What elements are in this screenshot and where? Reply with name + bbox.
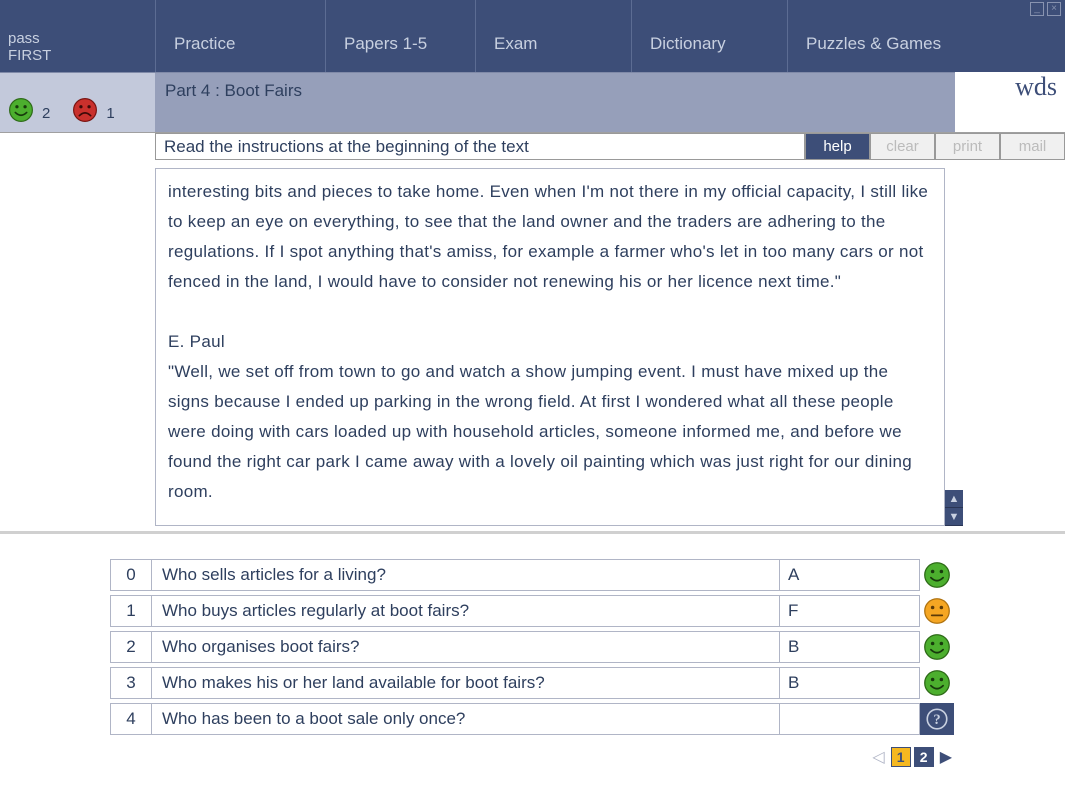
question-text: Who buys articles regularly at boot fair… bbox=[152, 595, 780, 627]
sad-face-icon bbox=[72, 97, 98, 123]
question-number: 3 bbox=[110, 667, 152, 699]
status-pending-icon[interactable]: ? bbox=[920, 703, 954, 735]
question-number: 1 bbox=[110, 595, 152, 627]
wrong-count: 1 bbox=[106, 105, 114, 122]
question-row: 1 Who buys articles regularly at boot fa… bbox=[110, 595, 1065, 627]
nav-papers[interactable]: Papers 1-5 bbox=[325, 0, 475, 72]
question-row: 3 Who makes his or her land available fo… bbox=[110, 667, 1065, 699]
minimize-icon[interactable]: _ bbox=[1030, 2, 1044, 16]
status-correct-icon bbox=[920, 559, 954, 591]
status-neutral-icon bbox=[920, 595, 954, 627]
svg-text:?: ? bbox=[933, 712, 940, 728]
status-correct-icon bbox=[920, 631, 954, 663]
sub-header: 2 1 Part 4 : Boot Fairs wds bbox=[0, 72, 1065, 132]
question-list: 0 Who sells articles for a living? A 1 W… bbox=[0, 559, 1065, 735]
close-icon[interactable]: × bbox=[1047, 2, 1061, 16]
question-row: 4 Who has been to a boot sale only once?… bbox=[110, 703, 1065, 735]
nav-practice[interactable]: Practice bbox=[155, 0, 325, 72]
print-button[interactable]: print bbox=[935, 133, 1000, 160]
passage-author: E. Paul bbox=[168, 327, 932, 357]
page-next-icon[interactable]: ▶ bbox=[937, 747, 955, 767]
scroll-control: ▲ ▼ bbox=[945, 168, 965, 526]
question-row: 0 Who sells articles for a living? A bbox=[110, 559, 1065, 591]
happy-face-icon bbox=[8, 97, 34, 123]
section-divider bbox=[0, 531, 1065, 534]
answer-input[interactable]: A bbox=[780, 559, 920, 591]
nav-dictionary[interactable]: Dictionary bbox=[631, 0, 787, 72]
answer-input[interactable]: F bbox=[780, 595, 920, 627]
page-prev-icon: ◁ bbox=[869, 747, 887, 767]
passage-paragraph-1: interesting bits and pieces to take home… bbox=[168, 177, 932, 297]
question-number: 4 bbox=[110, 703, 152, 735]
scroll-down-icon[interactable]: ▼ bbox=[945, 508, 963, 526]
top-nav-bar: pass FIRST Practice Papers 1-5 Exam Dict… bbox=[0, 0, 1065, 72]
content-spacer bbox=[0, 168, 155, 526]
part-title: Part 4 : Boot Fairs bbox=[155, 72, 955, 132]
score-panel: 2 1 bbox=[0, 72, 155, 132]
correct-count: 2 bbox=[42, 105, 50, 122]
question-text: Who sells articles for a living? bbox=[152, 559, 780, 591]
nav-exam[interactable]: Exam bbox=[475, 0, 631, 72]
question-number: 0 bbox=[110, 559, 152, 591]
app-logo: pass FIRST bbox=[0, 0, 155, 72]
clear-button[interactable]: clear bbox=[870, 133, 935, 160]
instr-spacer bbox=[0, 133, 155, 160]
mail-button[interactable]: mail bbox=[1000, 133, 1065, 160]
passage-paragraph-2: "Well, we set off from town to go and wa… bbox=[168, 357, 932, 507]
pager: ◁ 1 2 ▶ bbox=[0, 739, 1065, 767]
page-1-button[interactable]: 1 bbox=[891, 747, 911, 767]
brand-label: wds bbox=[955, 72, 1065, 132]
answer-input[interactable] bbox=[780, 703, 920, 735]
logo-line2: FIRST bbox=[8, 47, 155, 64]
page-2-button[interactable]: 2 bbox=[914, 747, 934, 767]
question-text: Who organises boot fairs? bbox=[152, 631, 780, 663]
question-row: 2 Who organises boot fairs? B bbox=[110, 631, 1065, 663]
question-text: Who has been to a boot sale only once? bbox=[152, 703, 780, 735]
status-correct-icon bbox=[920, 667, 954, 699]
scroll-up-icon[interactable]: ▲ bbox=[945, 490, 963, 508]
help-button[interactable]: help bbox=[805, 133, 870, 160]
question-number: 2 bbox=[110, 631, 152, 663]
passage-panel: interesting bits and pieces to take home… bbox=[155, 168, 945, 526]
logo-line1: pass bbox=[8, 30, 155, 47]
instruction-row: Read the instructions at the beginning o… bbox=[0, 132, 1065, 160]
window-controls: _ × bbox=[1030, 2, 1061, 16]
answer-input[interactable]: B bbox=[780, 631, 920, 663]
question-text: Who makes his or her land available for … bbox=[152, 667, 780, 699]
nav-puzzles[interactable]: Puzzles & Games bbox=[787, 0, 1065, 72]
answer-input[interactable]: B bbox=[780, 667, 920, 699]
instruction-text: Read the instructions at the beginning o… bbox=[155, 133, 805, 160]
passage-area: interesting bits and pieces to take home… bbox=[0, 160, 1065, 526]
